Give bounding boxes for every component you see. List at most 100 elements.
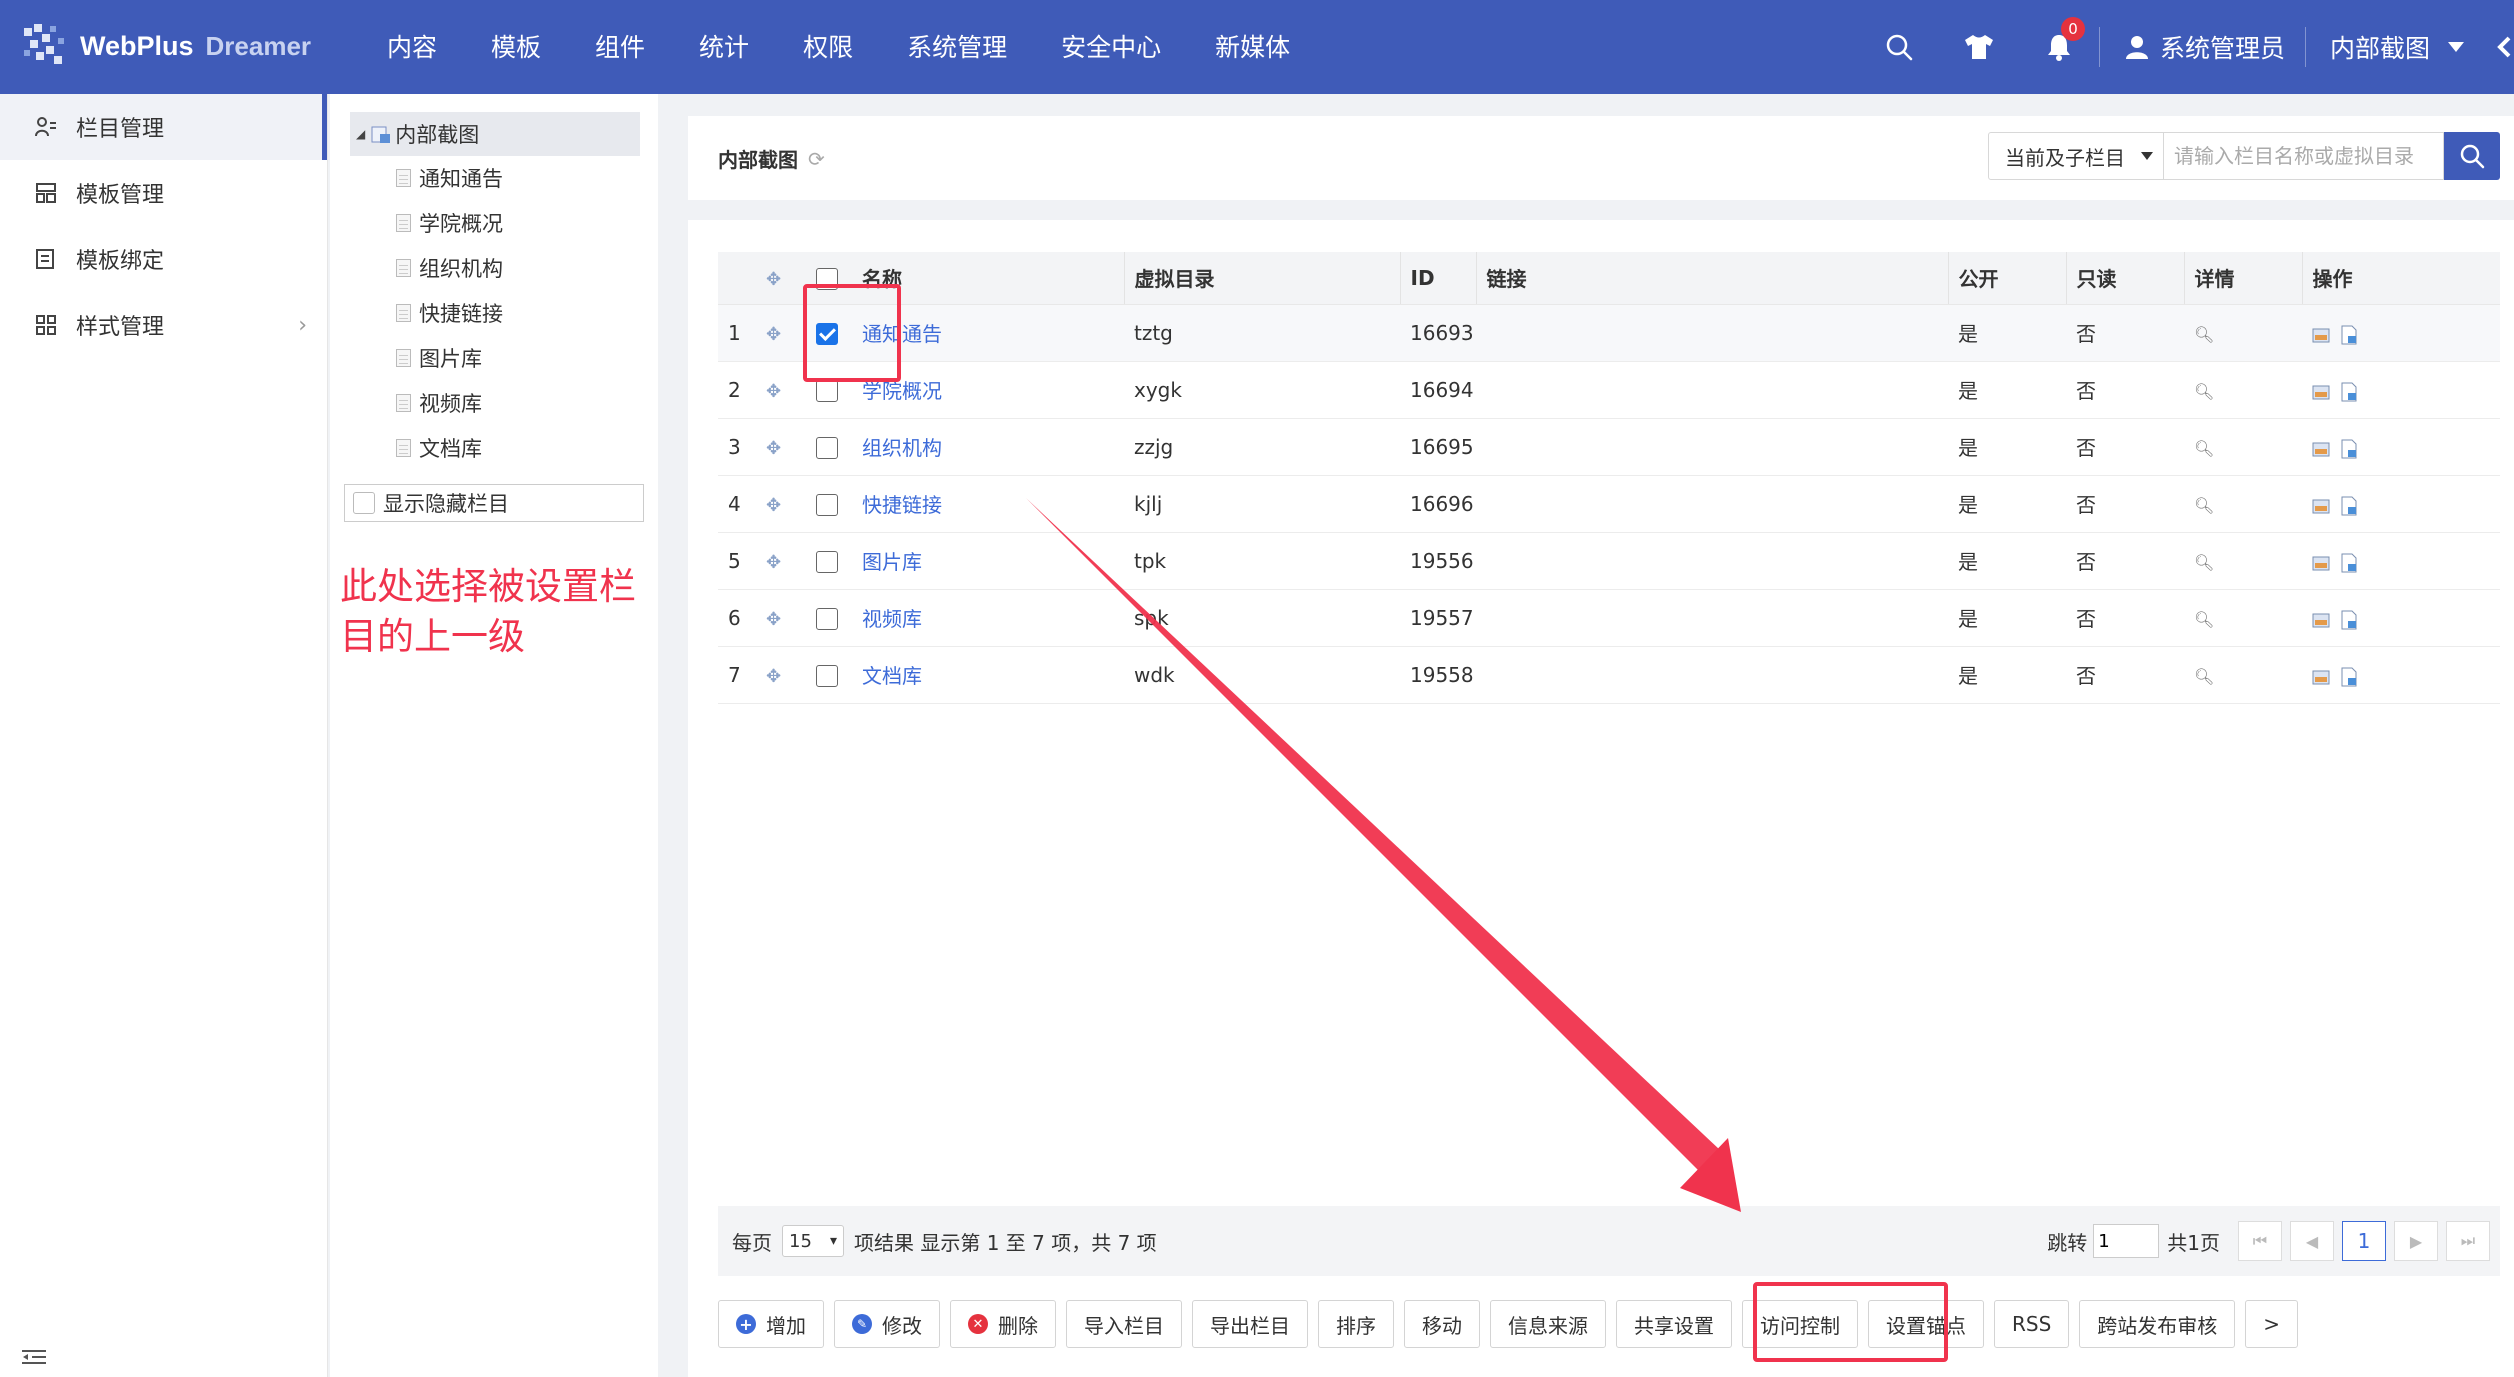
- detail-magnifier-icon[interactable]: 🔍︎: [2194, 496, 2214, 515]
- template-icon: [34, 181, 58, 205]
- column-property-icon[interactable]: [2340, 325, 2360, 345]
- collapse-right-icon[interactable]: [2494, 0, 2514, 94]
- share-settings-button[interactable]: 共享设置: [1616, 1300, 1732, 1348]
- tree-node[interactable]: 图片库: [396, 340, 482, 376]
- column-property-icon[interactable]: [2340, 667, 2360, 687]
- tree-node[interactable]: 文档库: [396, 430, 482, 466]
- row-name-link[interactable]: 组织机构: [862, 436, 942, 460]
- sidebar-item-template[interactable]: 模板管理: [0, 160, 327, 226]
- delete-button[interactable]: ✕ 删除: [950, 1300, 1056, 1348]
- row-readonly: 否: [2066, 361, 2184, 419]
- jump-input[interactable]: [2093, 1224, 2160, 1258]
- user-menu[interactable]: 系统管理员: [2100, 0, 2305, 94]
- edit-column-icon[interactable]: [2312, 610, 2332, 628]
- column-property-icon[interactable]: [2340, 439, 2360, 459]
- row-name-link[interactable]: 图片库: [862, 550, 922, 574]
- nav-statistics[interactable]: 统计: [672, 0, 776, 94]
- header-vdir[interactable]: 虚拟目录: [1123, 252, 1400, 305]
- row-move-handle[interactable]: ✥: [756, 532, 806, 590]
- page-size-select[interactable]: 15 ▾: [782, 1225, 844, 1257]
- edit-button[interactable]: ✎ 修改: [834, 1300, 940, 1348]
- more-actions-button[interactable]: >: [2245, 1300, 2299, 1348]
- dept-select[interactable]: 内部截图: [2306, 0, 2494, 94]
- search-input[interactable]: [2164, 132, 2444, 180]
- edit-column-icon[interactable]: [2312, 325, 2332, 343]
- detail-magnifier-icon[interactable]: 🔍︎: [2194, 382, 2214, 401]
- detail-magnifier-icon[interactable]: 🔍︎: [2194, 325, 2214, 344]
- edit-column-icon[interactable]: [2312, 667, 2332, 685]
- refresh-icon[interactable]: ⟳: [808, 147, 825, 171]
- info-source-button[interactable]: 信息来源: [1490, 1300, 1606, 1348]
- import-column-button[interactable]: 导入栏目: [1066, 1300, 1182, 1348]
- tree-expand-icon[interactable]: ◢: [356, 127, 365, 141]
- nav-security[interactable]: 安全中心: [1034, 0, 1188, 94]
- column-property-icon[interactable]: [2340, 382, 2360, 402]
- page-number-button[interactable]: 1: [2342, 1221, 2386, 1261]
- row-name-link[interactable]: 视频库: [862, 607, 922, 631]
- nav-template[interactable]: 模板: [464, 0, 568, 94]
- row-checkbox[interactable]: [816, 379, 838, 402]
- export-column-button[interactable]: 导出栏目: [1192, 1300, 1308, 1348]
- edit-column-icon[interactable]: [2312, 553, 2332, 571]
- edit-column-icon[interactable]: [2312, 382, 2332, 400]
- search-button[interactable]: [2444, 132, 2500, 180]
- nav-content[interactable]: 内容: [360, 0, 464, 94]
- tree-node[interactable]: 视频库: [396, 385, 482, 421]
- sidebar-item-bind[interactable]: 模板绑定: [0, 226, 327, 292]
- row-move-handle[interactable]: ✥: [756, 418, 806, 476]
- header-id[interactable]: ID: [1399, 252, 1476, 305]
- edit-column-icon[interactable]: [2312, 439, 2332, 457]
- sidebar-item-style[interactable]: 样式管理 ›: [0, 292, 327, 358]
- row-checkbox[interactable]: [816, 664, 838, 687]
- detail-magnifier-icon[interactable]: 🔍︎: [2194, 667, 2214, 686]
- search-icon[interactable]: [1859, 0, 1939, 94]
- row-name-link[interactable]: 快捷链接: [862, 493, 942, 517]
- row-checkbox[interactable]: [816, 493, 838, 516]
- detail-magnifier-icon[interactable]: 🔍︎: [2194, 553, 2214, 572]
- row-move-handle[interactable]: ✥: [756, 589, 806, 647]
- tree-root[interactable]: ◢ 内部截图: [350, 112, 640, 156]
- logo[interactable]: WebPlus Dreamer: [20, 18, 311, 74]
- row-name-link[interactable]: 文档库: [862, 664, 922, 688]
- row-move-handle[interactable]: ✥: [756, 646, 806, 704]
- show-hidden-toggle[interactable]: 显示隐藏栏目: [344, 484, 644, 522]
- column-property-icon[interactable]: [2340, 553, 2360, 573]
- sort-button[interactable]: 排序: [1318, 1300, 1394, 1348]
- nav-new-media[interactable]: 新媒体: [1188, 0, 1317, 94]
- cross-site-publish-review-button[interactable]: 跨站发布审核: [2079, 1300, 2236, 1348]
- row-detail: 🔍︎: [2184, 304, 2302, 362]
- bell-icon[interactable]: 0: [2019, 0, 2099, 94]
- row-move-handle[interactable]: ✥: [756, 304, 806, 362]
- tree-node[interactable]: 学院概况: [396, 205, 503, 241]
- next-page-button[interactable]: ▶: [2394, 1221, 2438, 1261]
- row-checkbox[interactable]: [816, 550, 838, 573]
- nav-component[interactable]: 组件: [568, 0, 672, 94]
- nav-permission[interactable]: 权限: [776, 0, 880, 94]
- move-button[interactable]: 移动: [1404, 1300, 1480, 1348]
- column-property-icon[interactable]: [2340, 496, 2360, 516]
- theme-shirt-icon[interactable]: [1939, 0, 2019, 94]
- row-link: [1476, 304, 1948, 362]
- row-checkbox[interactable]: [816, 436, 838, 459]
- detail-magnifier-icon[interactable]: 🔍︎: [2194, 610, 2214, 629]
- row-move-handle[interactable]: ✥: [756, 475, 806, 533]
- tree-node[interactable]: 通知通告: [396, 160, 503, 196]
- edit-column-icon[interactable]: [2312, 496, 2332, 514]
- sidebar-item-column[interactable]: 栏目管理: [0, 94, 327, 160]
- collapse-sidebar-icon[interactable]: [20, 1347, 48, 1377]
- column-property-icon[interactable]: [2340, 610, 2360, 630]
- nav-system[interactable]: 系统管理: [880, 0, 1034, 94]
- row-name-link[interactable]: 学院概况: [862, 379, 942, 403]
- row-checkbox[interactable]: [816, 607, 838, 630]
- tree-node[interactable]: 快捷链接: [396, 295, 503, 331]
- prev-page-button[interactable]: ◀: [2290, 1221, 2334, 1261]
- rss-button[interactable]: RSS: [1994, 1300, 2070, 1348]
- last-page-button[interactable]: ⏭: [2446, 1221, 2490, 1261]
- row-move-handle[interactable]: ✥: [756, 361, 806, 419]
- first-page-button[interactable]: ⏮: [2238, 1221, 2282, 1261]
- search-scope-select[interactable]: 当前及子栏目: [1988, 132, 2164, 180]
- tree-node[interactable]: 组织机构: [396, 250, 503, 286]
- detail-magnifier-icon[interactable]: 🔍︎: [2194, 439, 2214, 458]
- add-button[interactable]: + 增加: [718, 1300, 824, 1348]
- show-hidden-checkbox[interactable]: [353, 492, 375, 514]
